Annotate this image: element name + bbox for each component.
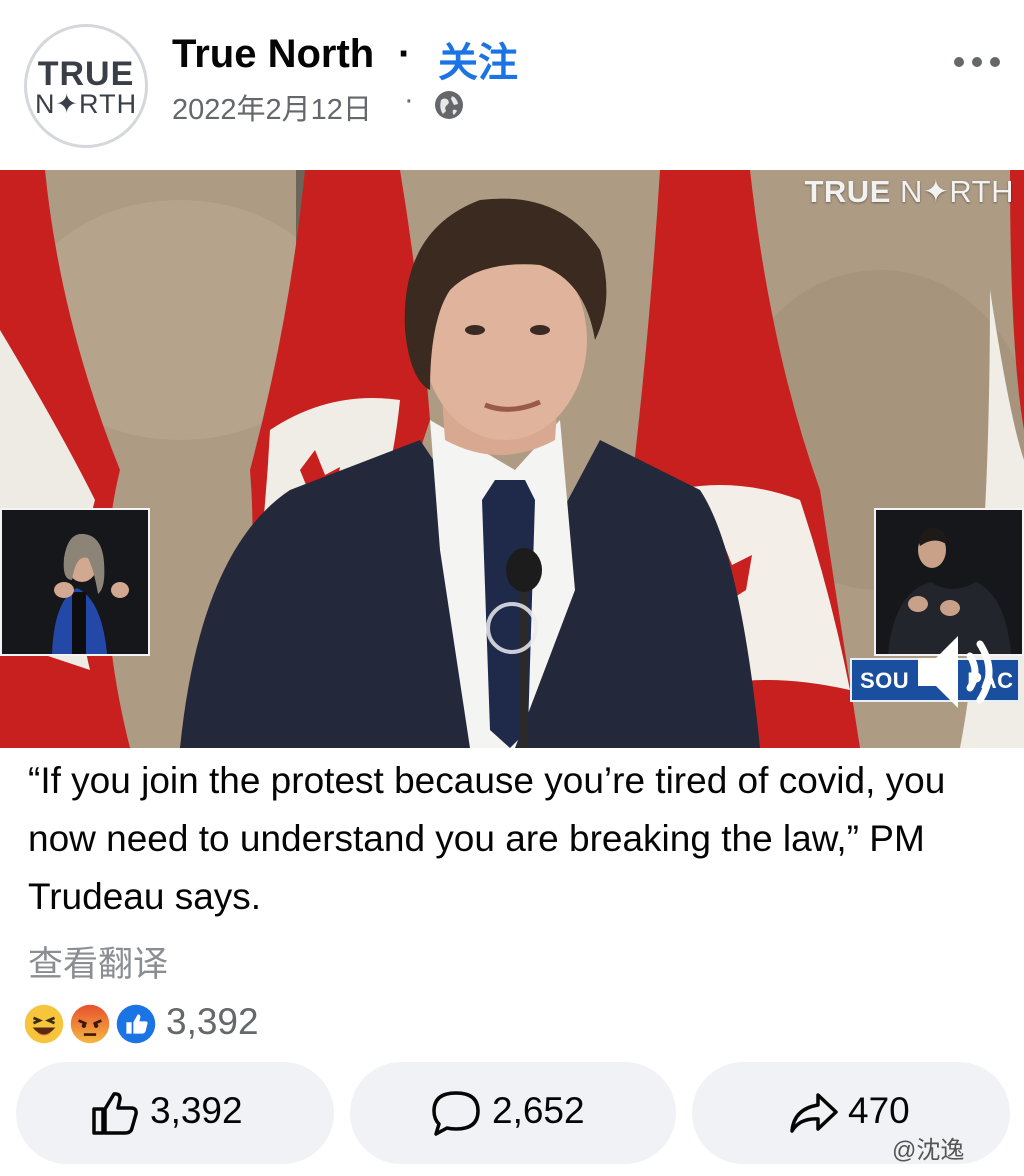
page-name[interactable]: True North [172, 32, 374, 77]
post-actions: 3,392 2,652 470 [0, 1062, 1024, 1166]
post-header: TRUE N✦RTH True North · 关注 2022年2月12日 · [0, 0, 1024, 170]
source-watermark: @沈逸 [892, 1137, 965, 1164]
name-separator: · [398, 32, 412, 76]
source-tag-start: SOU [860, 668, 910, 693]
comment-icon [432, 1091, 480, 1136]
haha-reaction-icon [20, 1000, 68, 1048]
reaction-total[interactable]: 3,392 [166, 1001, 259, 1043]
post-caption: “If you join the protest because you’re … [28, 760, 946, 917]
comment-button[interactable]: 2,652 [350, 1062, 676, 1164]
angry-reaction-icon [66, 1000, 114, 1048]
thumbs-up-icon [92, 1092, 138, 1135]
watermark-light: N✦RTH [890, 174, 1014, 209]
globe-icon [435, 91, 463, 119]
speaker-icon[interactable] [910, 622, 1002, 722]
like-reaction-icon [112, 1000, 160, 1048]
share-arrow-icon [790, 1093, 838, 1133]
loading-ring-icon [486, 602, 538, 654]
date-separator: · [404, 84, 414, 116]
watermark-bold: TRUE [804, 174, 891, 209]
like-count: 3,392 [150, 1090, 243, 1131]
comment-count: 2,652 [492, 1090, 585, 1131]
like-button[interactable]: 3,392 [16, 1062, 334, 1164]
video-watermark: TRUE N✦RTH [804, 174, 1014, 210]
sign-interpreter-left [0, 508, 150, 656]
follow-button[interactable]: 关注 [438, 30, 518, 88]
avatar-logo-line2: N✦RTH [34, 89, 138, 119]
post-date[interactable]: 2022年2月12日 [172, 86, 372, 128]
interpreter-left-image [2, 510, 148, 654]
more-dots-icon[interactable] [950, 44, 1004, 80]
page-avatar[interactable]: TRUE N✦RTH [24, 24, 148, 148]
video-player[interactable]: TRUE N✦RTH SOU PAC [0, 170, 1024, 748]
reaction-summary[interactable] [20, 1000, 160, 1050]
see-translation-link[interactable]: 查看翻译 [28, 936, 168, 987]
share-count: 470 [848, 1090, 910, 1131]
